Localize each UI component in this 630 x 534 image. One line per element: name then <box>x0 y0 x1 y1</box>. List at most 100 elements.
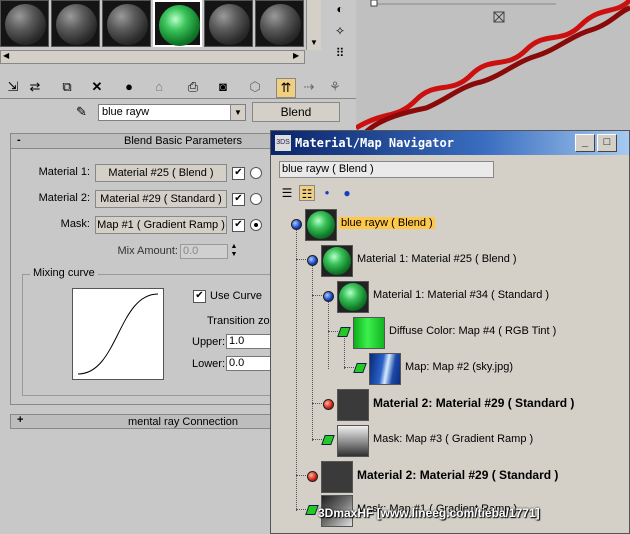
material1-label: Material 1: <box>38 166 90 178</box>
sample-slots-scrollbar[interactable]: ◀ ▶ <box>0 50 305 64</box>
navigator-title: Material/Map Navigator <box>295 136 454 150</box>
mix-amount-field[interactable]: 0.0 <box>180 244 228 259</box>
sample-slots-vscroll[interactable]: ▼ <box>306 0 321 50</box>
transition-zone-label: Transition zon <box>207 315 276 327</box>
chevron-down-icon[interactable]: ▼ <box>230 105 245 120</box>
sample-slot-4-active[interactable] <box>153 0 202 47</box>
material-ball-icon <box>323 399 334 410</box>
mixing-curve-label: Mixing curve <box>30 267 98 279</box>
get-material-icon[interactable]: ⇲ <box>4 78 22 96</box>
backlight-icon[interactable]: ✧ <box>330 24 350 40</box>
navigator-title-bar[interactable]: 3DS Material/Map Navigator _ □ <box>271 131 629 155</box>
show-map-in-viewport-icon[interactable]: ◙ <box>214 78 232 96</box>
assign-to-selection-icon[interactable]: ⧉ <box>58 78 76 96</box>
sample-slot-3[interactable] <box>102 0 151 47</box>
material-thumbnail <box>321 461 353 493</box>
material-name-combo[interactable]: blue rayw ▼ <box>98 104 246 121</box>
3dsmax-app-icon: 3DS <box>275 135 291 151</box>
upper-field[interactable]: 1.0 <box>226 334 276 349</box>
sample-sphere-blend <box>159 5 200 46</box>
view-large-icons-icon[interactable]: ● <box>339 185 355 201</box>
make-unique-icon[interactable]: ● <box>120 78 138 96</box>
view-small-icons-icon[interactable]: ● <box>319 185 335 201</box>
map-thumbnail-gradient <box>337 425 369 457</box>
map-thumbnail-sky <box>369 353 401 385</box>
material-ball-icon <box>307 255 318 266</box>
tree-node-label: Material 1: Material #34 ( Standard ) <box>373 289 550 301</box>
material-name-value: blue rayw <box>102 106 150 118</box>
sample-sphere <box>209 4 250 45</box>
mask-interactive-radio[interactable] <box>250 219 262 231</box>
3d-viewport[interactable] <box>356 0 630 132</box>
watermark-text: 3DmaxHF [www.lineeg.com/tieba/1771] <box>318 506 540 520</box>
lower-label: Lower: <box>192 358 226 370</box>
material-thumbnail <box>321 245 353 277</box>
material-thumbnail <box>305 209 337 241</box>
minimize-button[interactable]: _ <box>575 134 595 152</box>
material1-button[interactable]: Material #25 ( Blend ) <box>95 164 227 182</box>
material2-enable-checkbox[interactable]: ✔ <box>232 193 245 206</box>
sample-sphere-blend <box>323 247 351 275</box>
tree-connector <box>296 223 297 511</box>
sample-slot-2[interactable] <box>51 0 100 47</box>
use-curve-label: Use Curve <box>210 290 262 302</box>
mixing-curve-svg <box>77 293 159 375</box>
mask-label: Mask: <box>60 218 90 230</box>
sample-sphere <box>5 4 46 45</box>
use-curve-checkbox[interactable]: ✔ <box>193 290 206 303</box>
material2-label: Material 2: <box>38 192 90 204</box>
tree-node-label: Material 2: Material #29 ( Standard ) <box>357 468 559 482</box>
scroll-right-arrow-icon[interactable]: ▶ <box>293 51 299 60</box>
tree-node-label: Material 2: Material #29 ( Standard ) <box>373 396 575 410</box>
mixing-curve-graph <box>72 288 164 380</box>
lower-field[interactable]: 0.0 <box>226 356 276 371</box>
pick-material-eyedropper-icon[interactable]: ✎ <box>76 104 87 120</box>
put-to-library-icon[interactable]: ⌂ <box>150 78 168 96</box>
map-thumbnail-rgb-tint <box>353 317 385 349</box>
go-to-parent-icon[interactable]: ⇈ <box>276 78 296 98</box>
map-parallelogram-icon <box>321 435 335 445</box>
material-thumbnail <box>337 389 369 421</box>
viewport-render <box>356 0 630 132</box>
sample-sphere <box>260 4 301 45</box>
material-thumbnail <box>337 281 369 313</box>
material1-interactive-radio[interactable] <box>250 167 262 179</box>
material-navigator-icon[interactable]: ⚘ <box>326 78 344 96</box>
scroll-left-arrow-icon[interactable]: ◀ <box>3 51 9 60</box>
mix-amount-label: Mix Amount: <box>117 245 178 257</box>
mask-enable-checkbox[interactable]: ✔ <box>232 219 245 232</box>
toolbar-divider <box>0 98 356 99</box>
navigator-current-material: blue rayw ( Blend ) <box>279 161 494 178</box>
material2-button[interactable]: Material #29 ( Standard ) <box>95 190 227 208</box>
view-list-icon[interactable]: ☰ <box>279 185 295 201</box>
upper-label: Upper: <box>192 336 226 348</box>
show-end-result-icon[interactable]: ⬡ <box>246 78 264 96</box>
mix-amount-spinner[interactable]: ▲ ▼ <box>229 243 239 260</box>
material2-interactive-radio[interactable] <box>250 193 262 205</box>
background-icon[interactable]: ⠿ <box>330 46 350 62</box>
map-parallelogram-icon <box>337 327 351 337</box>
maximize-button[interactable]: □ <box>597 134 617 152</box>
material-type-button[interactable]: Blend <box>252 102 340 122</box>
put-to-scene-icon[interactable]: ⇄ <box>26 78 44 96</box>
sample-slot-6[interactable] <box>255 0 304 47</box>
reset-map-icon[interactable]: ✕ <box>88 78 106 96</box>
sample-sphere <box>107 4 148 45</box>
tree-node-label: Map: Map #2 (sky.jpg) <box>405 361 514 373</box>
sample-type-icon[interactable]: ◐ <box>330 2 350 18</box>
view-list-icons-icon[interactable]: ☷ <box>299 185 315 201</box>
tree-node-label: Material 1: Material #25 ( Blend ) <box>357 253 517 265</box>
sample-sphere <box>56 4 97 45</box>
material-ball-icon <box>291 219 302 230</box>
scroll-down-arrow-icon[interactable]: ▼ <box>310 38 318 47</box>
material-effects-channel-icon[interactable]: ⎙ <box>184 78 202 96</box>
go-forward-to-sibling-icon[interactable]: ⇢ <box>300 78 318 96</box>
tree-node-label: Mask: Map #3 ( Gradient Ramp ) <box>373 433 534 445</box>
gizmo-handle <box>370 0 378 7</box>
mask-map-button[interactable]: Map #1 ( Gradient Ramp ) <box>95 216 227 234</box>
sample-slot-5[interactable] <box>204 0 253 47</box>
material-map-navigator-window: 3DS Material/Map Navigator _ □ blue rayw… <box>270 130 630 534</box>
sample-slot-1[interactable] <box>0 0 49 47</box>
material1-enable-checkbox[interactable]: ✔ <box>232 167 245 180</box>
map-parallelogram-icon <box>305 505 319 515</box>
